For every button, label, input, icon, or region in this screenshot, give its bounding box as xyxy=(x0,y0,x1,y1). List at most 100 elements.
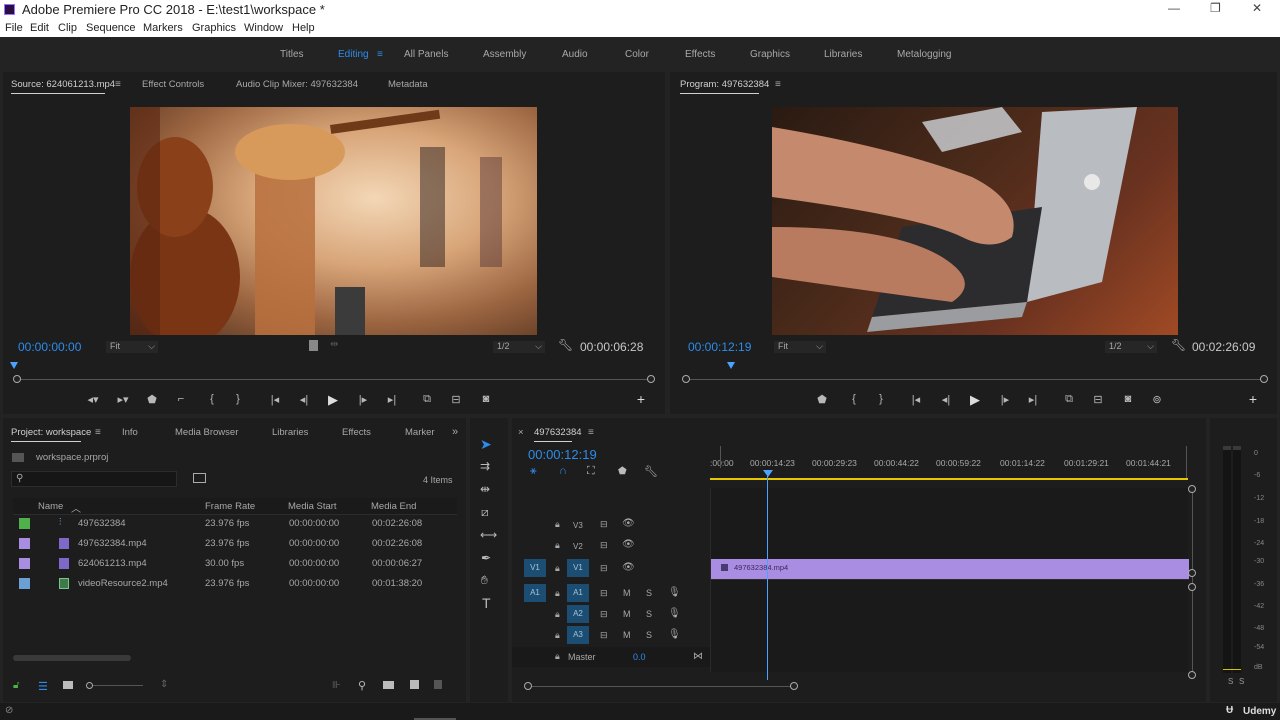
program-add-marker-icon[interactable]: ⬟ xyxy=(814,393,830,406)
razor-tool-icon[interactable]: ⧄ xyxy=(481,505,489,520)
tab-metadata[interactable]: Metadata xyxy=(388,79,428,90)
column-frame-rate[interactable]: Frame Rate xyxy=(205,501,255,512)
ripple-edit-tool-icon[interactable]: ⇹ xyxy=(480,482,490,496)
lock-icon[interactable]: 🔓︎ xyxy=(13,680,19,691)
play-icon[interactable]: ▶ xyxy=(325,392,341,408)
new-bin-icon[interactable] xyxy=(383,681,394,689)
workspace-menu-icon[interactable]: ≡ xyxy=(377,49,383,60)
pen-tool-icon[interactable]: ✒︎ xyxy=(481,551,491,565)
solo-track-button[interactable]: S xyxy=(646,609,652,619)
timeline-clip[interactable]: 497632384.mp4 xyxy=(711,559,1189,579)
timeline-vertical-scrollbar[interactable] xyxy=(1192,489,1193,675)
vscroll-handle-top[interactable] xyxy=(1188,485,1196,493)
timeline-zoom-handle-right[interactable] xyxy=(790,682,798,690)
zoom-slider-track[interactable] xyxy=(93,685,143,686)
lift-icon[interactable]: ⧉ xyxy=(1061,393,1077,406)
workspace-libraries[interactable]: Libraries xyxy=(824,49,862,60)
lock-track-icon[interactable]: 🔒︎ xyxy=(555,563,560,574)
slip-tool-icon[interactable]: ⟷ xyxy=(480,528,497,542)
insert-icon[interactable]: ⧉ xyxy=(419,393,435,406)
find-icon[interactable]: ⚲ xyxy=(358,679,366,692)
automate-to-sequence-icon[interactable]: ⊪ xyxy=(332,680,341,691)
workspace-graphics[interactable]: Graphics xyxy=(750,49,790,60)
label-color-swatch[interactable] xyxy=(19,558,30,569)
sync-lock-icon[interactable]: ⊟ xyxy=(600,630,608,641)
program-resolution-dropdown[interactable]: 1/2 ⌵ xyxy=(1105,341,1157,353)
solo-right-button[interactable]: S xyxy=(1239,677,1244,686)
close-sequence-icon[interactable]: × xyxy=(518,427,524,438)
program-fit-dropdown[interactable]: Fit ⌵ xyxy=(774,341,826,353)
source-playhead-icon[interactable] xyxy=(10,362,18,369)
comparison-view-icon[interactable]: ⊚ xyxy=(1149,393,1165,406)
sync-lock-icon[interactable]: ⊟ xyxy=(600,588,608,599)
source-panel-menu-icon[interactable]: ≡ xyxy=(115,79,121,90)
timeline-playhead-line[interactable] xyxy=(767,476,768,680)
add-button-icon[interactable]: + xyxy=(633,391,649,407)
sync-lock-icon[interactable]: ⊟ xyxy=(600,609,608,620)
program-mark-in-icon[interactable]: { xyxy=(846,393,862,405)
timeline-track-area[interactable]: 497632384.mp4 xyxy=(710,488,1189,672)
lock-track-icon[interactable]: 🔒︎ xyxy=(555,630,560,641)
source-settings-icon[interactable] xyxy=(309,340,318,351)
workspace-effects[interactable]: Effects xyxy=(685,49,715,60)
timeline-timecode[interactable]: 00:00:12:19 xyxy=(528,447,597,462)
mute-track-button[interactable]: M xyxy=(623,588,631,598)
program-mark-out-icon[interactable]: } xyxy=(873,393,889,405)
toggle-visibility-icon[interactable]: 👁︎ xyxy=(622,539,635,550)
lock-track-icon[interactable]: 🔒︎ xyxy=(555,651,560,662)
timeline-zoom-bar[interactable] xyxy=(528,686,794,687)
work-area-bar[interactable] xyxy=(710,478,1188,480)
add-marker-icon[interactable]: ⬟ xyxy=(144,393,160,406)
label-color-swatch[interactable] xyxy=(19,578,30,589)
workspace-color[interactable]: Color xyxy=(625,49,649,60)
label-color-swatch[interactable] xyxy=(19,518,30,529)
timeline-zoom-handle-left[interactable] xyxy=(524,682,532,690)
new-item-icon[interactable] xyxy=(410,680,419,689)
track-target-a2[interactable]: A2 xyxy=(567,605,589,623)
table-row[interactable]: videoResource2.mp4 23.976 fps 00:00:00:0… xyxy=(13,574,457,594)
nest-icon[interactable]: ⚹ xyxy=(530,465,537,478)
source-patch-v1[interactable]: V1 xyxy=(524,559,546,577)
program-zoom-handle-left[interactable] xyxy=(682,375,690,383)
timeline-settings-icon[interactable]: 🔧︎ xyxy=(644,465,658,478)
lock-track-icon[interactable]: 🔒︎ xyxy=(555,588,560,599)
voice-over-record-icon[interactable]: 🎙︎ xyxy=(668,629,681,640)
zoom-slider-handle[interactable] xyxy=(86,682,93,689)
tab-media-browser[interactable]: Media Browser xyxy=(175,427,238,438)
clear-icon[interactable] xyxy=(434,680,442,689)
item-name[interactable]: 497632384 xyxy=(78,518,126,529)
go-to-edit-point-icon[interactable]: ⋈ xyxy=(693,651,703,662)
tab-info[interactable]: Info xyxy=(122,427,138,438)
item-name[interactable]: 497632384.mp4 xyxy=(78,538,147,549)
program-add-button-icon[interactable]: + xyxy=(1245,391,1261,407)
source-zoom-handle-left[interactable] xyxy=(13,375,21,383)
program-wrench-icon[interactable]: 🔧︎ xyxy=(1171,338,1186,352)
track-target-a1[interactable]: A1 xyxy=(567,584,589,602)
item-name[interactable]: videoResource2.mp4 xyxy=(78,578,168,589)
program-go-to-in-icon[interactable]: |◂ xyxy=(908,393,924,406)
lock-track-icon[interactable]: 🔒︎ xyxy=(555,609,560,620)
source-fit-dropdown[interactable]: Fit ⌵ xyxy=(106,341,158,353)
list-view-icon[interactable]: ☰ xyxy=(38,680,48,693)
go-to-in-icon[interactable]: { xyxy=(204,393,220,405)
program-panel-menu-icon[interactable]: ≡ xyxy=(775,79,781,90)
type-tool-icon[interactable]: T xyxy=(482,595,491,611)
sync-lock-icon[interactable]: ⊟ xyxy=(600,563,608,574)
sort-ascending-icon[interactable]: ︿ xyxy=(71,500,81,515)
step-back-icon[interactable]: ◂| xyxy=(296,393,312,406)
table-row[interactable]: 624061213.mp4 30.00 fps 00:00:00:00 00:0… xyxy=(13,554,457,574)
timeline-add-marker-icon[interactable]: ⬟ xyxy=(618,466,627,477)
table-row[interactable]: 497632384.mp4 23.976 fps 00:00:00:00 00:… xyxy=(13,534,457,554)
sync-lock-icon[interactable]: ⊟ xyxy=(600,540,608,551)
mute-track-button[interactable]: M xyxy=(623,609,631,619)
program-zoom-handle-right[interactable] xyxy=(1260,375,1268,383)
workspace-titles[interactable]: Titles xyxy=(280,49,304,60)
solo-left-button[interactable]: S xyxy=(1228,677,1233,686)
track-target-v1[interactable]: V1 xyxy=(567,559,589,577)
time-ruler[interactable]: :00:00 00:00:14:23 00:00:29:23 00:00:44:… xyxy=(710,446,1188,480)
program-playhead-timecode[interactable]: 00:00:12:19 xyxy=(688,340,751,354)
go-to-in-point-icon[interactable]: |◂ xyxy=(267,393,283,406)
mark-out-icon[interactable]: ▸▾ xyxy=(115,393,131,406)
sort-icons-icon[interactable]: ⇕ xyxy=(160,679,168,690)
source-zoom-handle-right[interactable] xyxy=(647,375,655,383)
